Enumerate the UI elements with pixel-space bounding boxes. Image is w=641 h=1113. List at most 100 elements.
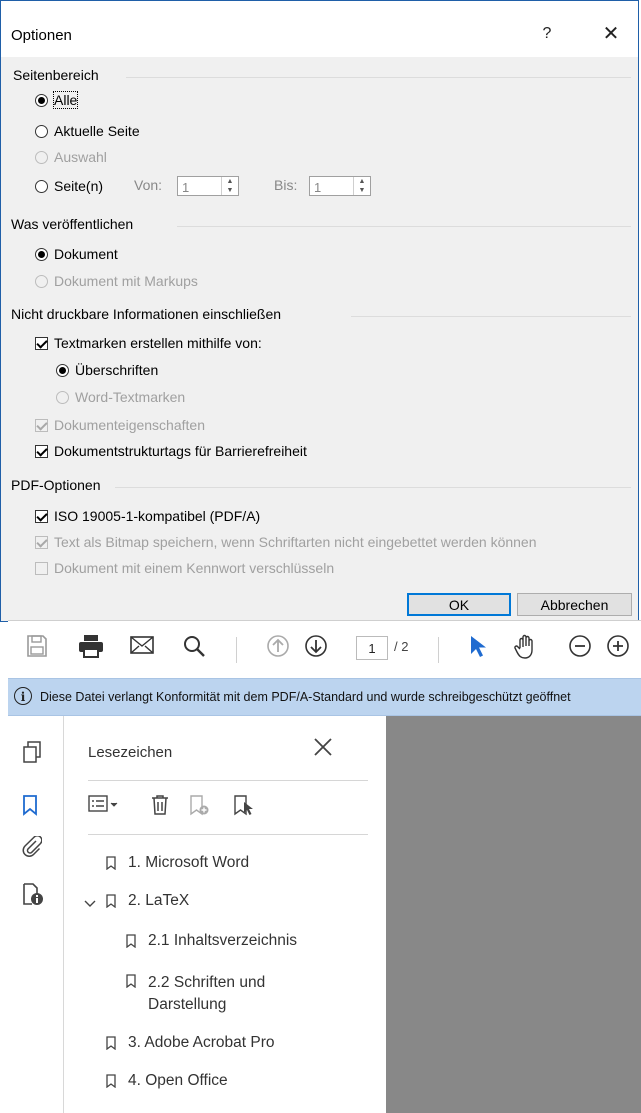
radio-seiten[interactable]: Seite(n) [35,178,103,194]
zoom-out-icon[interactable] [568,634,592,665]
bookmark-flag-icon [106,856,116,870]
von-stepper[interactable]: 1 ▲ ▼ [177,176,239,196]
bookmarks-panel: Lesezeichen 1. Microsoft Word 2. LaTeX 2… [64,716,386,1113]
mail-icon[interactable] [130,634,154,662]
bookmark-label: 2. LaTeX [128,892,190,909]
radio-indicator[interactable] [56,363,69,377]
von-label: Von: [134,177,163,193]
bookmark-item[interactable]: 3. Adobe Acrobat Pro [106,1034,275,1052]
radio-ueberschriften-label: Überschriften [75,362,159,378]
radio-word-textmarken: Word-Textmarken [56,389,185,405]
radio-seiten-label: Seite(n) [54,178,104,194]
save-icon[interactable] [26,634,48,665]
ok-button[interactable]: OK [407,593,511,616]
checkbox-textmarken[interactable]: Textmarken erstellen mithilfe von: [35,335,262,351]
checkbox-indicator [35,561,48,575]
radio-dokument[interactable]: Dokument [35,246,118,262]
navigation-rail [8,716,64,1113]
checkbox-indicator[interactable] [35,509,48,523]
bis-stepper[interactable]: 1 ▲ ▼ [309,176,371,196]
bookmark-label: 4. Open Office [128,1072,228,1089]
page-total: / 2 [394,639,409,654]
bookmarks-title: Lesezeichen [88,744,173,761]
radio-indicator [56,390,69,404]
dialog-titlebar: Optionen ? ✕ [1,1,638,57]
bookmark-label: 2.2 Schriften und Darstellung [148,974,266,1013]
radio-dokument-markups: Dokument mit Markups [35,273,198,289]
page-up-icon[interactable] [266,634,290,665]
bookmark-item[interactable]: 2.1 Inhaltsverzeichnis [126,932,297,950]
divider [351,316,631,317]
radio-aktuelle-seite[interactable]: Aktuelle Seite [35,123,140,139]
close-button[interactable]: ✕ [593,19,629,49]
checkbox-indicator[interactable] [35,444,48,458]
attachment-icon[interactable] [22,835,43,864]
section-seitenbereich: Seitenbereich [13,67,99,83]
info-icon: i [14,687,32,705]
find-bookmark-icon[interactable] [232,794,256,822]
bookmark-flag-icon [106,894,116,908]
bookmark-icon[interactable] [22,794,38,822]
spin-arrows-icon[interactable]: ▲ ▼ [353,177,370,195]
cancel-button[interactable]: Abbrechen [517,593,632,616]
document-view[interactable] [386,716,641,1113]
chevron-down-icon[interactable] [84,896,96,914]
options-menu-icon[interactable] [88,794,120,820]
hand-tool-icon[interactable] [513,634,539,667]
radio-auswahl: Auswahl [35,149,107,165]
checkbox-iso-label: ISO 19005-1-kompatibel (PDF/A) [54,508,261,524]
radio-aktuelle-label: Aktuelle Seite [54,123,140,139]
help-button[interactable]: ? [529,19,565,49]
acrobat-toolbar: 1 / 2 [8,620,641,679]
bis-label: Bis: [274,177,298,193]
bookmark-item[interactable]: 4. Open Office [106,1072,228,1090]
new-bookmark-icon[interactable] [188,794,210,822]
checkbox-iso[interactable]: ISO 19005-1-kompatibel (PDF/A) [35,508,260,524]
info-message: Diese Datei verlangt Konformität mit dem… [40,690,571,704]
zoom-in-icon[interactable] [606,634,630,665]
bookmark-item[interactable]: 1. Microsoft Word [106,854,249,872]
print-icon[interactable] [78,634,104,665]
checkbox-strukturtags[interactable]: Dokumentstrukturtags für Barrierefreihei… [35,443,307,459]
checkbox-dokumenteigenschaften: Dokumenteigenschaften [35,417,205,433]
document-properties-icon[interactable] [22,882,44,912]
radio-ueberschriften[interactable]: Überschriften [56,362,158,378]
delete-bookmark-icon[interactable] [150,794,170,822]
section-pdf-optionen: PDF-Optionen [11,477,101,493]
page-down-icon[interactable] [304,634,328,665]
radio-indicator[interactable] [35,124,48,138]
divider [115,487,631,488]
spin-arrows-icon[interactable]: ▲ ▼ [221,177,238,195]
select-cursor-icon[interactable] [468,634,488,665]
bookmark-item[interactable]: 2. LaTeX [106,892,189,910]
bookmark-label: 2.1 Inhaltsverzeichnis [148,932,298,949]
info-bar: i Diese Datei verlangt Konformität mit d… [8,678,641,716]
radio-alle[interactable]: Alle [35,91,79,109]
section-nicht-druckbar: Nicht druckbare Informationen einschließ… [11,306,282,322]
radio-alle-label: Alle [52,91,79,109]
von-value: 1 [182,180,190,195]
section-was-veroeffentlichen: Was veröffentlichen [11,216,134,232]
bookmark-item[interactable]: 2.2 Schriften und Darstellung [126,972,265,1016]
bis-value: 1 [314,180,322,195]
bookmark-label: 3. Adobe Acrobat Pro [128,1034,275,1051]
radio-indicator[interactable] [35,247,48,261]
radio-indicator [35,274,48,288]
close-panel-icon[interactable] [312,734,334,765]
search-icon[interactable] [182,634,206,665]
checkbox-strukturtags-label: Dokumentstrukturtags für Barrierefreihei… [54,443,307,459]
radio-indicator[interactable] [35,179,48,193]
page-number-input[interactable]: 1 [356,636,388,660]
divider [438,637,439,663]
radio-indicator[interactable] [35,93,48,107]
radio-markups-label: Dokument mit Markups [54,273,198,289]
page-thumbnails-icon[interactable] [22,740,42,770]
divider [177,226,631,227]
options-dialog: Optionen ? ✕ Seitenbereich Alle Aktuelle… [0,0,639,622]
checkbox-indicator[interactable] [35,336,48,350]
radio-auswahl-label: Auswahl [54,149,107,165]
bookmark-label: 1. Microsoft Word [128,854,250,871]
checkbox-indicator [35,418,48,432]
checkbox-bitmap-label: Text als Bitmap speichern, wenn Schrifta… [54,534,537,550]
bookmark-flag-icon [126,934,136,948]
